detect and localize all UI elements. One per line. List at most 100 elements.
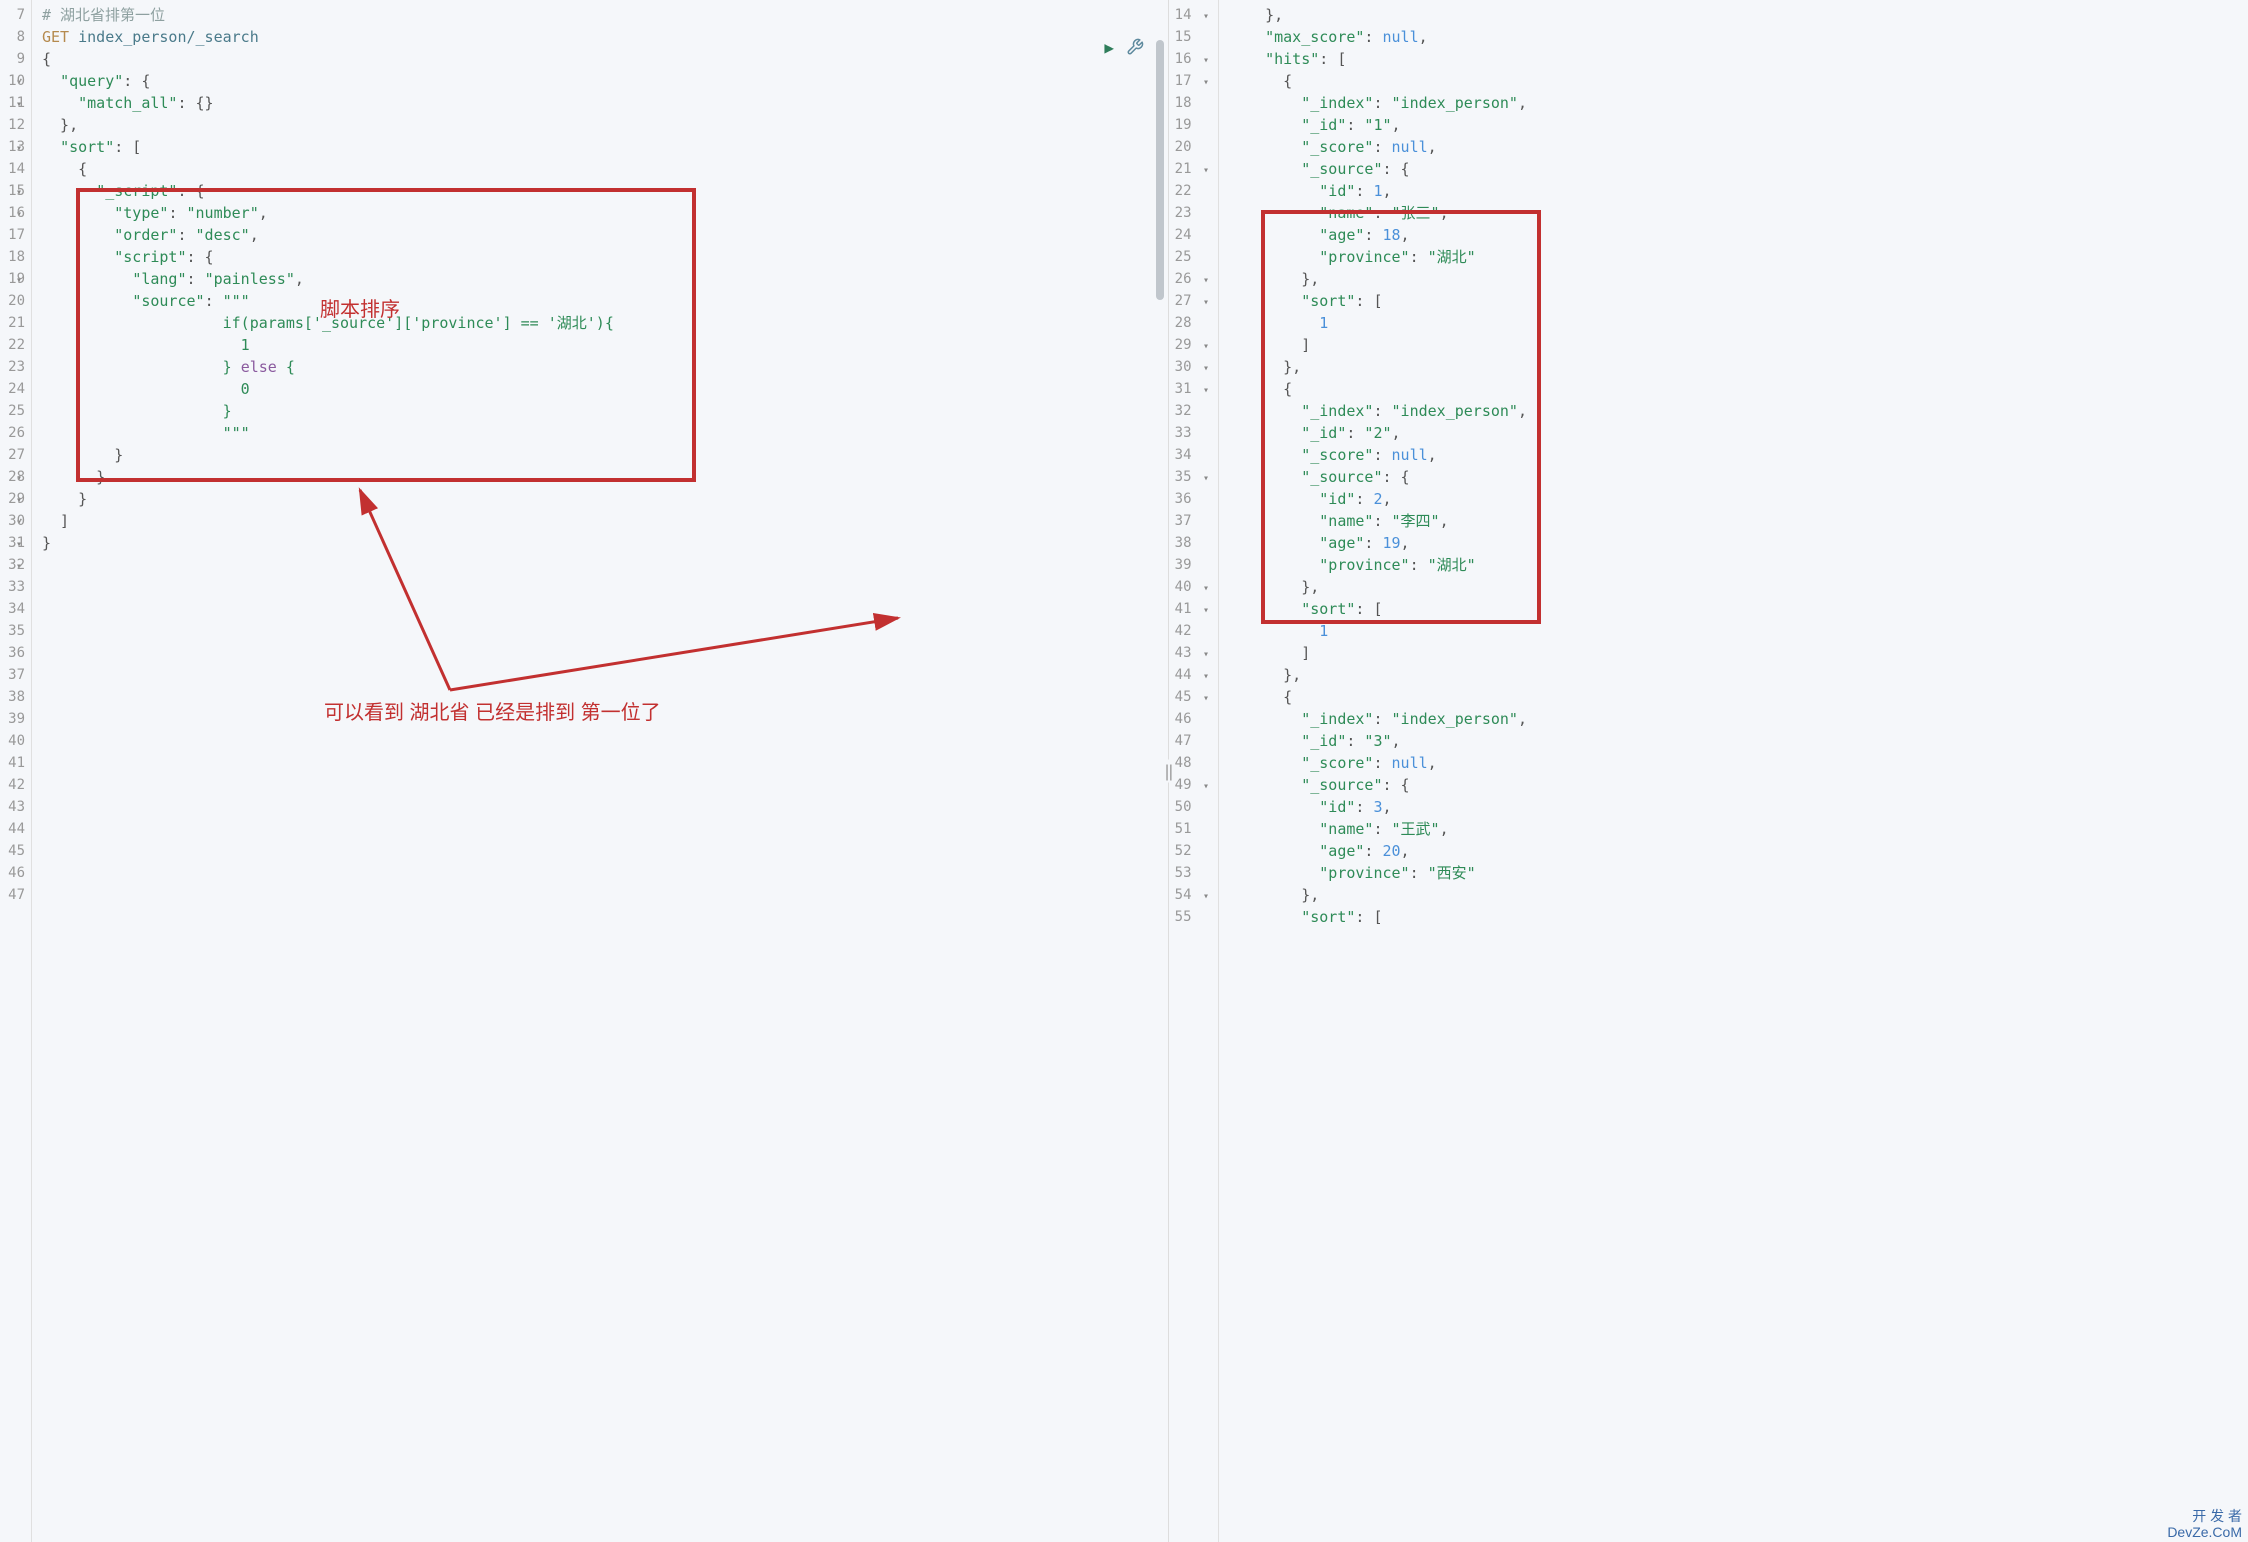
code-line[interactable]: ] <box>1229 642 2240 664</box>
code-line[interactable]: "_index": "index_person", <box>1229 708 2240 730</box>
code-line[interactable]: 0 <box>42 378 1160 400</box>
line-number: 32 <box>1169 400 1212 422</box>
code-line[interactable]: }, <box>1229 576 2240 598</box>
code-line[interactable] <box>42 664 1160 686</box>
code-line[interactable] <box>42 730 1160 752</box>
code-line[interactable]: }, <box>42 114 1160 136</box>
panel-resize-handle[interactable]: ‖ <box>1164 760 1174 783</box>
code-line[interactable]: }, <box>1229 4 2240 26</box>
line-number: 41 <box>0 752 25 774</box>
code-line[interactable] <box>42 840 1160 862</box>
code-line[interactable]: "_index": "index_person", <box>1229 92 2240 114</box>
code-line[interactable]: }, <box>1229 884 2240 906</box>
code-line[interactable]: "order": "desc", <box>42 224 1160 246</box>
code-line[interactable]: "age": 19, <box>1229 532 2240 554</box>
code-line[interactable]: "source": """ <box>42 290 1160 312</box>
wrench-icon[interactable] <box>1126 38 1144 60</box>
line-number: 25 <box>1169 246 1212 268</box>
code-line[interactable] <box>42 708 1160 730</box>
code-line[interactable]: } <box>42 400 1160 422</box>
code-line[interactable]: { <box>1229 686 2240 708</box>
code-line[interactable]: ] <box>42 510 1160 532</box>
code-line[interactable] <box>42 620 1160 642</box>
code-line[interactable]: "sort": [ <box>1229 598 2240 620</box>
code-line[interactable]: "_id": "2", <box>1229 422 2240 444</box>
code-line[interactable]: { <box>1229 378 2240 400</box>
code-line[interactable]: "lang": "painless", <box>42 268 1160 290</box>
code-line[interactable]: 1 <box>1229 620 2240 642</box>
code-line[interactable] <box>42 642 1160 664</box>
line-number: 43 ▾ <box>1169 642 1212 664</box>
code-line[interactable]: { <box>42 48 1160 70</box>
code-line[interactable] <box>42 774 1160 796</box>
code-line[interactable]: "province": "湖北" <box>1229 246 2240 268</box>
code-line[interactable]: { <box>1229 70 2240 92</box>
run-query-icon[interactable]: ▶ <box>1104 38 1114 60</box>
request-code-area[interactable]: # 湖北省排第一位GET index_person/_search{ "quer… <box>32 0 1168 1542</box>
code-line[interactable]: GET index_person/_search <box>42 26 1160 48</box>
line-number: 36 <box>1169 488 1212 510</box>
code-line[interactable]: } <box>42 444 1160 466</box>
code-line[interactable]: "_score": null, <box>1229 136 2240 158</box>
code-line[interactable]: } <box>42 466 1160 488</box>
code-line[interactable]: }, <box>1229 356 2240 378</box>
line-number: 41 ▾ <box>1169 598 1212 620</box>
code-line[interactable]: "age": 18, <box>1229 224 2240 246</box>
code-line[interactable]: "sort": [ <box>1229 290 2240 312</box>
code-line[interactable]: "_score": null, <box>1229 752 2240 774</box>
code-line[interactable]: "id": 3, <box>1229 796 2240 818</box>
code-line[interactable]: "_index": "index_person", <box>1229 400 2240 422</box>
code-line[interactable]: "_source": { <box>1229 158 2240 180</box>
line-number: 38 <box>1169 532 1212 554</box>
code-line[interactable]: "_id": "1", <box>1229 114 2240 136</box>
code-line[interactable]: "query": { <box>42 70 1160 92</box>
code-line[interactable]: "hits": [ <box>1229 48 2240 70</box>
response-code-area[interactable]: }, "max_score": null, "hits": [ { "_inde… <box>1219 0 2248 1542</box>
code-line[interactable]: "max_score": null, <box>1229 26 2240 48</box>
code-line[interactable]: "name": "张三", <box>1229 202 2240 224</box>
code-line[interactable]: 1 <box>1229 312 2240 334</box>
code-line[interactable]: }, <box>1229 664 2240 686</box>
code-line[interactable]: "_script": { <box>42 180 1160 202</box>
code-line[interactable] <box>42 752 1160 774</box>
code-line[interactable]: "id": 1, <box>1229 180 2240 202</box>
line-number: 49 ▾ <box>1169 774 1212 796</box>
code-line[interactable]: "name": "李四", <box>1229 510 2240 532</box>
code-line[interactable]: "sort": [ <box>42 136 1160 158</box>
code-line[interactable]: "age": 20, <box>1229 840 2240 862</box>
code-line[interactable]: "province": "西安" <box>1229 862 2240 884</box>
code-line[interactable]: "_score": null, <box>1229 444 2240 466</box>
code-line[interactable]: "script": { <box>42 246 1160 268</box>
code-line[interactable]: "_id": "3", <box>1229 730 2240 752</box>
code-line[interactable] <box>42 862 1160 884</box>
code-line[interactable]: }, <box>1229 268 2240 290</box>
line-number: 14 ▾ <box>1169 4 1212 26</box>
code-line[interactable]: "type": "number", <box>42 202 1160 224</box>
code-line[interactable]: if(params['_source']['province'] == '湖北'… <box>42 312 1160 334</box>
line-number: 13 <box>0 136 25 158</box>
code-line[interactable] <box>42 598 1160 620</box>
code-line[interactable]: "_source": { <box>1229 466 2240 488</box>
scrollbar-thumb[interactable] <box>1156 40 1164 300</box>
code-line[interactable]: "_source": { <box>1229 774 2240 796</box>
code-line[interactable]: """ <box>42 422 1160 444</box>
code-line[interactable]: # 湖北省排第一位 <box>42 4 1160 26</box>
code-line[interactable]: 1 <box>42 334 1160 356</box>
code-line[interactable] <box>42 818 1160 840</box>
code-line[interactable]: ] <box>1229 334 2240 356</box>
code-line[interactable]: } <box>42 488 1160 510</box>
code-line[interactable]: "name": "王武", <box>1229 818 2240 840</box>
code-line[interactable]: } else { <box>42 356 1160 378</box>
code-line[interactable] <box>42 686 1160 708</box>
code-line[interactable] <box>42 554 1160 576</box>
code-line[interactable]: "province": "湖北" <box>1229 554 2240 576</box>
code-line[interactable]: { <box>42 158 1160 180</box>
code-line[interactable]: "match_all": {} <box>42 92 1160 114</box>
code-line[interactable]: "sort": [ <box>1229 906 2240 928</box>
code-line[interactable]: } <box>42 532 1160 554</box>
code-line[interactable] <box>42 796 1160 818</box>
code-line[interactable] <box>42 884 1160 906</box>
code-line[interactable] <box>42 576 1160 598</box>
code-line[interactable]: "id": 2, <box>1229 488 2240 510</box>
line-number: 34 <box>0 598 25 620</box>
